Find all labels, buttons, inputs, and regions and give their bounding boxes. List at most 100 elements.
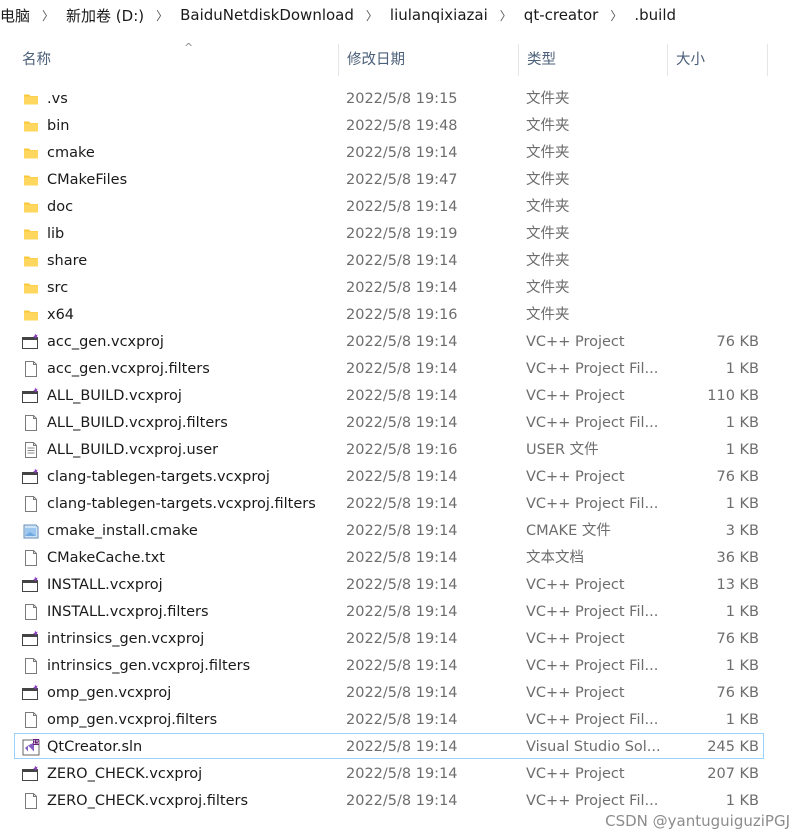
file-type: VC++ Project (526, 766, 625, 782)
chevron-right-icon[interactable]: 〉 (152, 7, 172, 24)
file-size (665, 86, 759, 112)
file-type: VC++ Project (526, 577, 625, 593)
file-modified-date: 2022/5/8 19:14 (346, 658, 458, 674)
breadcrumb-item[interactable]: qt-creator (516, 6, 607, 24)
file-size: 1 KB (725, 496, 759, 512)
file-type: 文件夹 (526, 91, 570, 107)
file-size: 76 KB (716, 685, 759, 701)
file-row[interactable]: lib 2022/5/8 19:19 文件夹 (14, 220, 764, 246)
breadcrumb-item[interactable]: 新加卷 (D:) (58, 5, 152, 26)
column-header-type[interactable]: 类型 (519, 44, 668, 76)
file-name: INSTALL.vcxproj (47, 577, 163, 593)
file-size: 110 KB (707, 388, 759, 404)
folder-icon (21, 302, 41, 328)
breadcrumb-item[interactable]: 电脑 (0, 5, 38, 26)
sort-ascending-icon: ^ (184, 41, 194, 54)
file-type: 文件夹 (526, 118, 570, 134)
file-type: USER 文件 (526, 442, 599, 458)
file-row[interactable]: ALL_BUILD.vcxproj.filters 2022/5/8 19:14 V… (14, 409, 764, 435)
folder-icon (21, 113, 41, 139)
file-name: .vs (47, 91, 68, 107)
file-size: 76 KB (716, 631, 759, 647)
file-type: VC++ Project Fil... (526, 604, 659, 620)
file-size (665, 167, 759, 193)
file-type: VC++ Project Fil... (526, 793, 659, 809)
file-type: 文件夹 (526, 280, 570, 296)
file-row[interactable]: share 2022/5/8 19:14 文件夹 (14, 247, 764, 273)
file-row[interactable]: ZERO_CHECK.vcxproj 2022/5/8 19:14 VC++ Pro… (14, 760, 764, 786)
file-row[interactable]: acc_gen.vcxproj.filters 2022/5/8 19:14 VC+… (14, 355, 764, 381)
file-row[interactable]: acc_gen.vcxproj 2022/5/8 19:14 VC++ Projec… (14, 328, 764, 354)
column-header-type-label: 类型 (527, 52, 556, 68)
file-type: 文件夹 (526, 172, 570, 188)
file-row[interactable]: CMakeCache.txt 2022/5/8 19:14 文本文档 36 KB (14, 544, 764, 570)
file-size: 245 KB (707, 739, 759, 755)
file-icon (21, 545, 41, 571)
file-row[interactable]: INSTALL.vcxproj 2022/5/8 19:14 VC++ Projec… (14, 571, 764, 597)
column-header-size[interactable]: 大小 (668, 44, 768, 76)
column-header-name-label: 名称 (22, 52, 51, 68)
file-row[interactable]: clang-tablegen-targets.vcxproj.filters 20… (14, 490, 764, 516)
column-header-name[interactable]: 名称 ^ (14, 41, 339, 76)
vcxproj-icon (21, 572, 41, 598)
file-name: CMakeCache.txt (47, 550, 165, 566)
file-row[interactable]: cmake_install.cmake 2022/5/8 19:14 CMAKE 文… (14, 517, 764, 543)
file-name: intrinsics_gen.vcxproj (47, 631, 205, 647)
file-type: 文件夹 (526, 199, 570, 215)
file-modified-date: 2022/5/8 19:14 (346, 766, 458, 782)
vcxproj-icon (21, 680, 41, 706)
file-row[interactable]: omp_gen.vcxproj 2022/5/8 19:14 VC++ Projec… (14, 679, 764, 705)
file-type: Visual Studio Sol... (526, 739, 661, 755)
file-row[interactable]: 15 QtCreator.sln 2022/5/8 19:14 Visual Stud… (14, 733, 764, 759)
file-type: VC++ Project (526, 631, 625, 647)
file-name: INSTALL.vcxproj.filters (47, 604, 209, 620)
folder-icon (21, 167, 41, 193)
chevron-right-icon[interactable]: 〉 (496, 7, 516, 24)
chevron-right-icon[interactable]: 〉 (362, 7, 382, 24)
column-header-date[interactable]: 修改日期 (339, 44, 519, 76)
file-name: lib (47, 226, 65, 242)
file-modified-date: 2022/5/8 19:14 (346, 145, 458, 161)
vcxproj-icon (21, 383, 41, 409)
file-name: clang-tablegen-targets.vcxproj (47, 469, 270, 485)
file-type: 文件夹 (526, 145, 570, 161)
file-modified-date: 2022/5/8 19:14 (346, 631, 458, 647)
file-row[interactable]: x64 2022/5/8 19:16 文件夹 (14, 301, 764, 327)
file-row[interactable]: clang-tablegen-targets.vcxproj 2022/5/8 1… (14, 463, 764, 489)
file-row[interactable]: bin 2022/5/8 19:48 文件夹 (14, 112, 764, 138)
breadcrumb-item[interactable]: liulanqixiazai (382, 6, 496, 24)
file-modified-date: 2022/5/8 19:16 (346, 442, 458, 458)
folder-icon (21, 140, 41, 166)
file-row[interactable]: omp_gen.vcxproj.filters 2022/5/8 19:14 VC+… (14, 706, 764, 732)
file-modified-date: 2022/5/8 19:14 (346, 496, 458, 512)
file-icon (21, 788, 41, 814)
file-row[interactable]: cmake 2022/5/8 19:14 文件夹 (14, 139, 764, 165)
file-row[interactable]: ALL_BUILD.vcxproj 2022/5/8 19:14 VC++ Proj… (14, 382, 764, 408)
file-row[interactable]: ALL_BUILD.vcxproj.user 2022/5/8 19:16 USER… (14, 436, 764, 462)
file-icon (21, 491, 41, 517)
file-row[interactable]: src 2022/5/8 19:14 文件夹 (14, 274, 764, 300)
file-row[interactable]: intrinsics_gen.vcxproj 2022/5/8 19:14 VC++… (14, 625, 764, 651)
visual-studio-solution-icon: 15 (21, 734, 41, 760)
folder-icon (21, 86, 41, 112)
file-row[interactable]: intrinsics_gen.vcxproj.filters 2022/5/8 1… (14, 652, 764, 678)
file-name: acc_gen.vcxproj.filters (47, 361, 210, 377)
file-size: 36 KB (716, 550, 759, 566)
file-type: 文件夹 (526, 307, 570, 323)
chevron-right-icon[interactable]: 〉 (38, 7, 58, 24)
file-name: QtCreator.sln (47, 739, 143, 755)
file-row[interactable]: .vs 2022/5/8 19:15 文件夹 (14, 85, 764, 111)
file-row[interactable]: INSTALL.vcxproj.filters 2022/5/8 19:14 VC+… (14, 598, 764, 624)
file-row[interactable]: ZERO_CHECK.vcxproj.filters 2022/5/8 19:14… (14, 787, 764, 813)
file-size: 76 KB (716, 334, 759, 350)
file-size: 3 KB (725, 523, 759, 539)
breadcrumb-item[interactable]: BaiduNetdiskDownload (172, 6, 362, 24)
file-icon (21, 707, 41, 733)
file-size (665, 302, 759, 328)
file-row[interactable]: doc 2022/5/8 19:14 文件夹 (14, 193, 764, 219)
file-size: 76 KB (716, 469, 759, 485)
vcxproj-icon (21, 761, 41, 787)
chevron-right-icon[interactable]: 〉 (606, 7, 626, 24)
breadcrumb-item[interactable]: .build (626, 6, 684, 24)
file-row[interactable]: CMakeFiles 2022/5/8 19:47 文件夹 (14, 166, 764, 192)
